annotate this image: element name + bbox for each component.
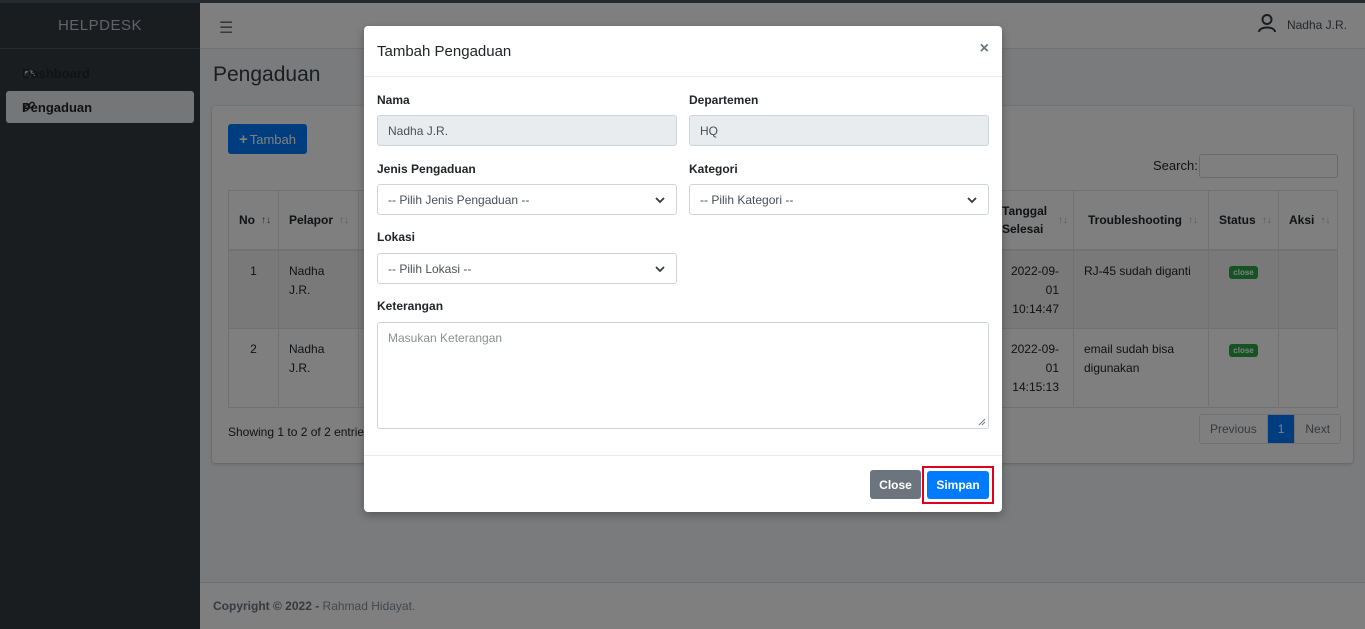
kategori-value: -- Pilih Kategori --	[700, 192, 794, 207]
add-complaint-modal: Tambah Pengaduan × Nama Nadha J.R. Depar…	[364, 26, 1002, 512]
kategori-label: Kategori	[689, 162, 738, 176]
lokasi-label: Lokasi	[377, 230, 416, 244]
lokasi-select[interactable]: -- Pilih Lokasi --	[377, 253, 677, 284]
jenis-pengaduan-value: -- Pilih Jenis Pengaduan --	[388, 192, 530, 207]
save-button-highlight: Simpan	[922, 466, 994, 504]
jenis-pengaduan-select[interactable]: -- Pilih Jenis Pengaduan --	[377, 184, 677, 215]
kategori-select[interactable]: -- Pilih Kategori --	[689, 184, 989, 215]
close-icon[interactable]: ×	[980, 40, 989, 58]
departemen-field[interactable]: HQ	[689, 115, 989, 146]
departemen-label: Departemen	[689, 93, 759, 107]
nama-label: Nama	[377, 93, 410, 107]
nama-field[interactable]: Nadha J.R.	[377, 115, 677, 146]
chevron-down-icon	[655, 196, 665, 203]
resize-grip-icon[interactable]	[978, 418, 986, 426]
chevron-down-icon	[655, 265, 665, 272]
lokasi-value: -- Pilih Lokasi --	[388, 261, 472, 276]
keterangan-label: Keterangan	[377, 299, 444, 313]
save-button[interactable]: Simpan	[927, 471, 989, 499]
modal-header: Tambah Pengaduan ×	[364, 26, 1002, 77]
modal-footer: Close Simpan	[364, 455, 1002, 512]
chevron-down-icon	[967, 196, 977, 203]
close-button[interactable]: Close	[870, 470, 921, 499]
modal-title: Tambah Pengaduan	[377, 43, 512, 60]
keterangan-placeholder: Masukan Keterangan	[388, 331, 503, 345]
keterangan-textarea[interactable]: Masukan Keterangan	[377, 322, 989, 429]
jenis-pengaduan-label: Jenis Pengaduan	[377, 162, 476, 176]
